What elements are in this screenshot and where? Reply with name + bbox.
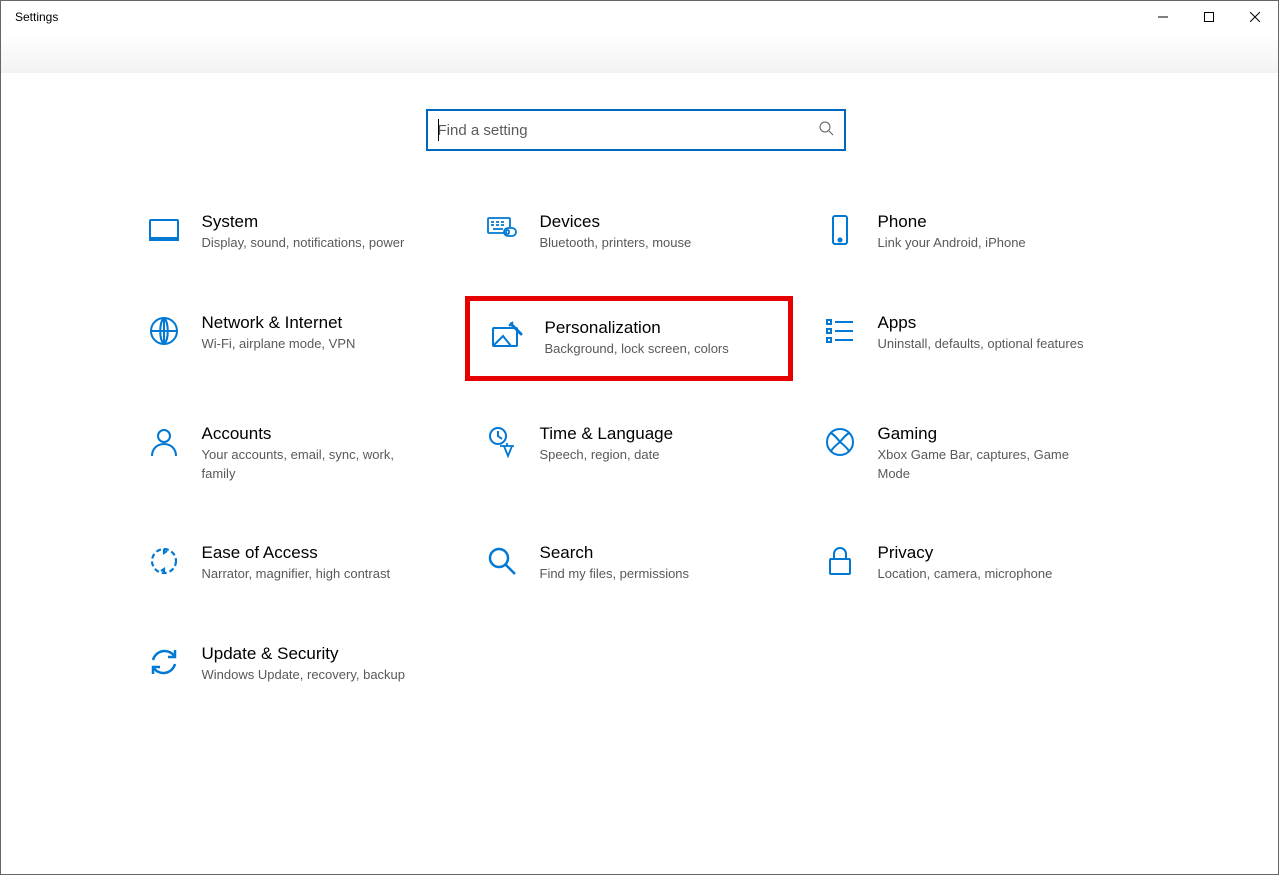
close-button[interactable] bbox=[1232, 1, 1278, 33]
tile-accounts[interactable]: Accounts Your accounts, email, sync, wor… bbox=[136, 418, 446, 490]
window-title: Settings bbox=[1, 10, 58, 24]
devices-icon bbox=[478, 212, 526, 246]
tile-title: Privacy bbox=[878, 543, 1053, 563]
maximize-button[interactable] bbox=[1186, 1, 1232, 33]
tile-title: Time & Language bbox=[540, 424, 674, 444]
settings-grid: System Display, sound, notifications, po… bbox=[136, 206, 1136, 691]
tile-desc: Location, camera, microphone bbox=[878, 565, 1053, 584]
search-box[interactable] bbox=[426, 109, 846, 151]
ease-of-access-icon bbox=[140, 543, 188, 577]
tile-desc: Display, sound, notifications, power bbox=[202, 234, 405, 253]
system-icon bbox=[140, 212, 188, 246]
tile-title: Gaming bbox=[878, 424, 1098, 444]
tile-title: Ease of Access bbox=[202, 543, 391, 563]
tile-title: Network & Internet bbox=[202, 313, 356, 333]
tile-desc: Xbox Game Bar, captures, Game Mode bbox=[878, 446, 1098, 484]
lock-icon bbox=[816, 543, 864, 577]
globe-icon bbox=[140, 313, 188, 347]
minimize-button[interactable] bbox=[1140, 1, 1186, 33]
tile-personalization[interactable]: Personalization Background, lock screen,… bbox=[465, 296, 793, 381]
gaming-icon bbox=[816, 424, 864, 458]
tile-system[interactable]: System Display, sound, notifications, po… bbox=[136, 206, 446, 259]
tile-desc: Bluetooth, printers, mouse bbox=[540, 234, 692, 253]
tile-desc: Uninstall, defaults, optional features bbox=[878, 335, 1084, 354]
phone-icon bbox=[816, 212, 864, 246]
tile-desc: Link your Android, iPhone bbox=[878, 234, 1026, 253]
accounts-icon bbox=[140, 424, 188, 458]
tile-desc: Wi-Fi, airplane mode, VPN bbox=[202, 335, 356, 354]
time-language-icon bbox=[478, 424, 526, 458]
tile-title: System bbox=[202, 212, 405, 232]
tile-desc: Your accounts, email, sync, work, family bbox=[202, 446, 422, 484]
tile-title: Devices bbox=[540, 212, 692, 232]
tile-desc: Background, lock screen, colors bbox=[545, 340, 729, 359]
tile-desc: Speech, region, date bbox=[540, 446, 674, 465]
tile-privacy[interactable]: Privacy Location, camera, microphone bbox=[812, 537, 1122, 590]
tile-title: Update & Security bbox=[202, 644, 406, 664]
tile-ease-of-access[interactable]: Ease of Access Narrator, magnifier, high… bbox=[136, 537, 446, 590]
tile-desc: Find my files, permissions bbox=[540, 565, 690, 584]
text-caret bbox=[438, 119, 439, 141]
tile-update-security[interactable]: Update & Security Windows Update, recove… bbox=[136, 638, 446, 691]
header-spacer bbox=[1, 33, 1278, 73]
tile-title: Personalization bbox=[545, 318, 729, 338]
tile-time-language[interactable]: Time & Language Speech, region, date bbox=[474, 418, 784, 490]
tile-title: Accounts bbox=[202, 424, 422, 444]
magnifier-icon bbox=[478, 543, 526, 577]
window-controls bbox=[1140, 1, 1278, 33]
tile-desc: Windows Update, recovery, backup bbox=[202, 666, 406, 685]
tile-search[interactable]: Search Find my files, permissions bbox=[474, 537, 784, 590]
tile-title: Phone bbox=[878, 212, 1026, 232]
titlebar: Settings bbox=[1, 1, 1278, 33]
apps-icon bbox=[816, 313, 864, 347]
personalization-icon bbox=[483, 318, 531, 352]
tile-apps[interactable]: Apps Uninstall, defaults, optional featu… bbox=[812, 307, 1122, 370]
minimize-icon bbox=[1158, 12, 1168, 22]
tile-network[interactable]: Network & Internet Wi-Fi, airplane mode,… bbox=[136, 307, 446, 370]
update-icon bbox=[140, 644, 188, 678]
maximize-icon bbox=[1204, 12, 1214, 22]
search-container bbox=[1, 109, 1270, 151]
close-icon bbox=[1250, 12, 1260, 22]
search-icon bbox=[818, 120, 834, 141]
content-area: System Display, sound, notifications, po… bbox=[1, 73, 1270, 874]
tile-title: Search bbox=[540, 543, 690, 563]
tile-phone[interactable]: Phone Link your Android, iPhone bbox=[812, 206, 1122, 259]
tile-desc: Narrator, magnifier, high contrast bbox=[202, 565, 391, 584]
tile-gaming[interactable]: Gaming Xbox Game Bar, captures, Game Mod… bbox=[812, 418, 1122, 490]
tile-title: Apps bbox=[878, 313, 1084, 333]
search-input[interactable] bbox=[438, 111, 818, 149]
tile-devices[interactable]: Devices Bluetooth, printers, mouse bbox=[474, 206, 784, 259]
